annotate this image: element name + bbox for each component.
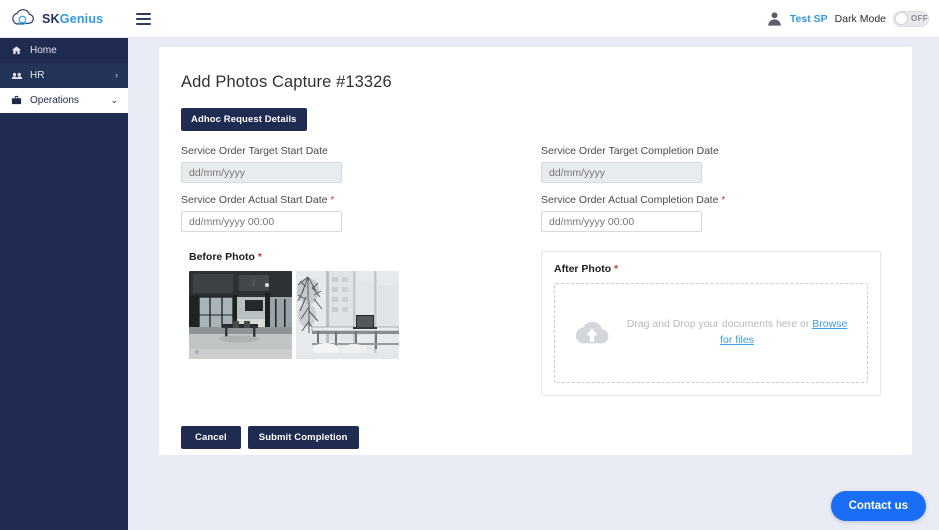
service-order-target-start-date-input[interactable]	[181, 162, 342, 183]
field-service-order-actual-completion-date: Service Order Actual Completion Date *	[541, 194, 901, 232]
hamburger-line	[136, 12, 151, 15]
sidebar-item-label: Operations	[30, 95, 79, 106]
brand-logo[interactable]: SKGenius	[0, 0, 128, 38]
service-order-actual-start-date-input[interactable]	[181, 211, 342, 232]
before-photo-thumbnail-1[interactable]	[189, 271, 292, 359]
app-root: SKGenius Test SP Dark Mode OFF Home HR ›…	[0, 0, 939, 530]
dark-mode-toggle[interactable]: OFF	[893, 10, 929, 27]
service-order-target-completion-date-input[interactable]	[541, 162, 702, 183]
field-label-text: Service Order Actual Completion Date	[541, 194, 719, 206]
sidebar: Home HR › Operations ⌄	[0, 38, 128, 530]
hamburger-line	[136, 22, 151, 25]
submit-completion-button[interactable]: Submit Completion	[247, 426, 359, 449]
toggle-state-label: OFF	[911, 14, 928, 23]
hamburger-menu-icon[interactable]	[136, 8, 158, 30]
sidebar-item-label: Home	[30, 45, 57, 56]
page-title: Add Photos Capture #13326	[181, 73, 392, 91]
before-photo-label-text: Before Photo	[189, 251, 255, 263]
sidebar-item-hr[interactable]: HR ›	[0, 63, 128, 88]
sidebar-item-home[interactable]: Home	[0, 38, 128, 63]
user-name-link[interactable]: Test SP	[790, 13, 828, 25]
brand-sk: SK	[42, 11, 60, 26]
page-body: Add Photos Capture #13326 Adhoc Request …	[128, 38, 939, 530]
field-label-text: Service Order Target Completion Date	[541, 145, 719, 157]
photos-row: Before Photo * After Photo * Drag and Dr…	[181, 251, 890, 396]
field-label: Service Order Target Completion Date	[541, 145, 901, 157]
card-inner: Add Photos Capture #13326 Adhoc Request …	[159, 47, 912, 449]
sidebar-item-operations[interactable]: Operations ⌄	[0, 88, 128, 113]
after-photo-label-text: After Photo	[554, 263, 612, 275]
required-marker: *	[721, 195, 726, 206]
sidebar-item-label: HR	[30, 70, 45, 81]
brand-text: SKGenius	[42, 12, 103, 26]
chevron-right-icon: ›	[115, 70, 118, 80]
field-label: Service Order Actual Completion Date *	[541, 194, 901, 206]
briefcase-icon	[10, 95, 23, 106]
brand-genius: Genius	[59, 11, 104, 26]
cloud-icon	[10, 8, 36, 29]
cancel-button[interactable]: Cancel	[181, 426, 241, 449]
before-photo-label: Before Photo *	[189, 251, 541, 263]
after-photo-section: After Photo * Drag and Drop your documen…	[541, 251, 881, 396]
topbar-right-group: Test SP Dark Mode OFF	[766, 10, 939, 27]
field-label: Service Order Actual Start Date *	[181, 194, 541, 206]
before-photo-thumbnail-2[interactable]	[296, 271, 399, 359]
after-photo-label: After Photo *	[554, 263, 868, 275]
required-marker: *	[614, 264, 618, 275]
dropzone-text: Drag and Drop your documents here or Bro…	[623, 317, 851, 349]
before-photo-thumbs	[189, 271, 541, 359]
date-form-grid: Service Order Target Start Date Service …	[181, 145, 890, 243]
home-icon	[10, 45, 23, 56]
people-icon	[10, 70, 23, 82]
hamburger-line	[136, 17, 151, 20]
required-marker: *	[330, 195, 335, 206]
service-order-actual-completion-date-input[interactable]	[541, 211, 702, 232]
field-label-text: Service Order Actual Start Date	[181, 194, 328, 206]
field-service-order-target-completion-date: Service Order Target Completion Date	[541, 145, 901, 183]
before-photo-section: Before Photo *	[181, 251, 541, 396]
content-card: Add Photos Capture #13326 Adhoc Request …	[159, 47, 912, 455]
field-label: Service Order Target Start Date	[181, 145, 541, 157]
after-photo-wrap: After Photo * Drag and Drop your documen…	[541, 251, 901, 396]
toggle-knob	[895, 12, 908, 25]
cloud-upload-icon	[571, 317, 613, 349]
user-avatar-icon[interactable]	[766, 10, 783, 27]
dark-mode-label: Dark Mode	[834, 12, 886, 25]
adhoc-button-wrap: Adhoc Request Details	[181, 108, 890, 131]
field-service-order-target-start-date: Service Order Target Start Date	[181, 145, 541, 183]
chevron-down-icon: ⌄	[110, 95, 118, 105]
required-marker: *	[257, 252, 262, 263]
form-actions: Cancel Submit Completion	[181, 426, 890, 449]
dropzone-instruction: Drag and Drop your documents here or	[626, 318, 813, 331]
after-photo-dropzone[interactable]: Drag and Drop your documents here or Bro…	[554, 283, 868, 383]
field-service-order-actual-start-date: Service Order Actual Start Date *	[181, 194, 541, 232]
adhoc-request-details-button[interactable]: Adhoc Request Details	[181, 108, 307, 131]
field-label-text: Service Order Target Start Date	[181, 145, 328, 157]
top-bar: SKGenius Test SP Dark Mode OFF	[0, 0, 939, 38]
contact-us-button[interactable]: Contact us	[830, 491, 926, 521]
